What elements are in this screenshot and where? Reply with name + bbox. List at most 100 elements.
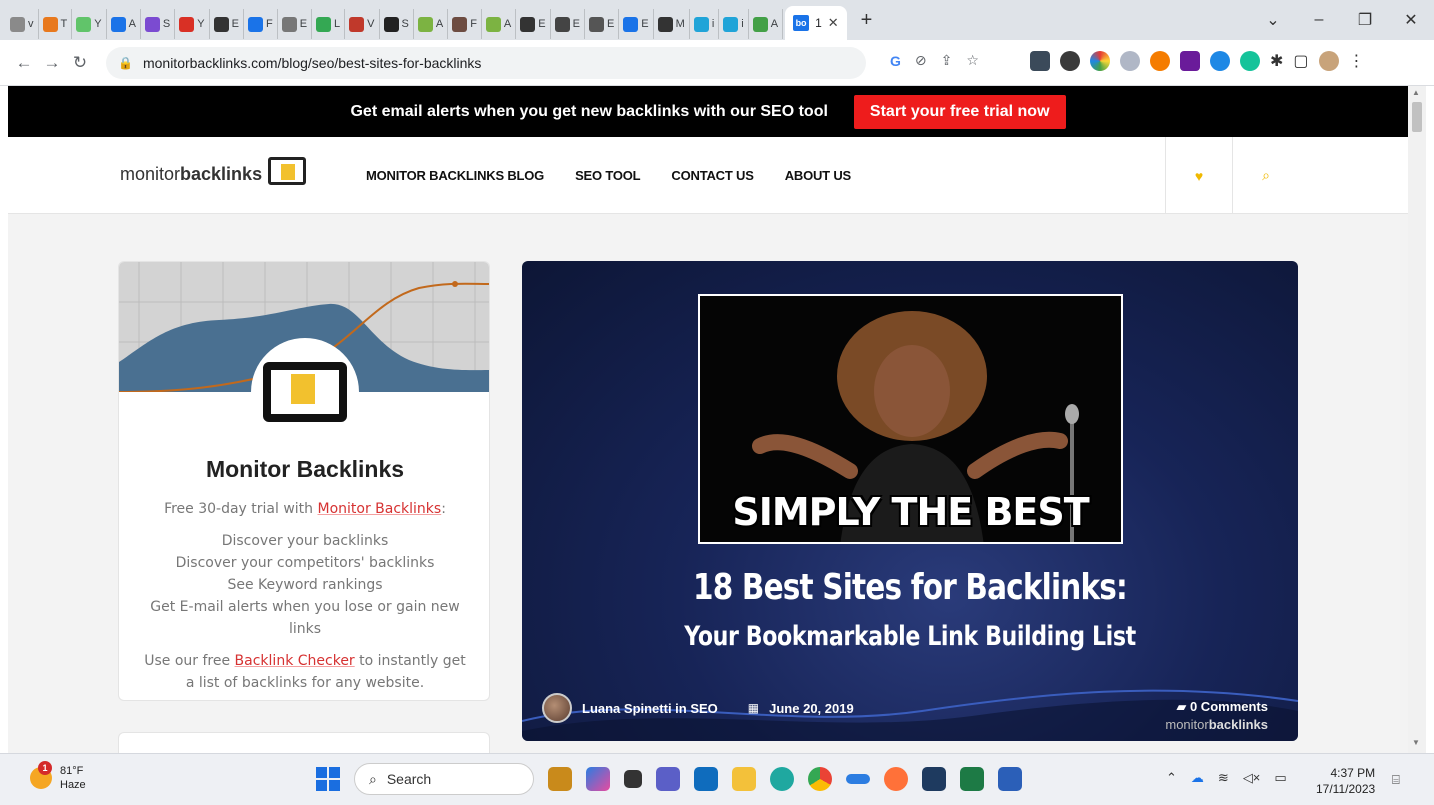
temperature: 81°F [60, 765, 84, 777]
extensions-puzzle-icon[interactable]: ✱ [1270, 51, 1283, 71]
browser-tab[interactable]: i [690, 9, 720, 39]
taskbar-search[interactable]: ⌕ Search [354, 763, 534, 795]
browser-tab[interactable]: F [448, 9, 482, 39]
browser-tab[interactable]: S [380, 9, 414, 39]
volume-muted-icon[interactable]: ◁× [1243, 770, 1261, 786]
search-icon[interactable]: ⌕ [1232, 137, 1299, 214]
nav-link-monitor-backlinks-blog[interactable]: MONITOR BACKLINKS BLOG [366, 168, 544, 183]
teams-app-icon[interactable] [656, 767, 680, 791]
sidebar-intro: Free 30-day trial with Monitor Backlinks… [164, 501, 446, 517]
copilot-app-icon[interactable] [586, 767, 610, 791]
browser-tab[interactable]: E [585, 9, 620, 39]
free-trial-button[interactable]: Start your free trial now [853, 94, 1066, 129]
page-scrollbar[interactable]: ▲ ▼ [1408, 86, 1426, 753]
nav-link-seo-tool[interactable]: SEO TOOL [575, 168, 641, 183]
author-line[interactable]: Luana Spinetti in SEO [582, 701, 718, 716]
extension-icon[interactable] [1180, 51, 1200, 71]
restore-button[interactable]: ❐ [1342, 10, 1388, 30]
side-panel-icon[interactable]: ▢ [1293, 51, 1308, 71]
browser-tab[interactable]: F [244, 9, 278, 39]
weather-widget[interactable]: 81°F Haze [30, 761, 86, 792]
lock-icon[interactable]: 🔒 [118, 56, 133, 70]
minimize-button[interactable]: – [1296, 11, 1342, 29]
nav-link-about-us[interactable]: ABOUT US [785, 168, 851, 183]
new-tab-button[interactable]: + [861, 9, 873, 32]
browser-tab[interactable]: S [141, 9, 176, 39]
browser-tab[interactable]: T [39, 9, 73, 39]
browser-tab[interactable]: E [551, 9, 585, 39]
forward-button[interactable]: → [38, 53, 66, 73]
extension-icon[interactable] [1060, 51, 1080, 71]
excel-app-icon[interactable] [960, 767, 984, 791]
firefox-app-icon[interactable] [884, 767, 908, 791]
browser-tab[interactable]: E [619, 9, 654, 39]
scroll-up-arrow[interactable]: ▲ [1412, 88, 1420, 97]
author-avatar[interactable] [542, 693, 572, 723]
site-logo[interactable]: monitorbacklinks [120, 157, 307, 185]
share-icon[interactable]: ⇪ [941, 52, 953, 69]
extension-icon[interactable] [1120, 51, 1140, 71]
close-window-button[interactable]: ✕ [1388, 10, 1434, 30]
tab-favicon-icon [316, 16, 332, 32]
back-button[interactable]: ← [10, 53, 38, 73]
wifi-icon[interactable]: ≋ [1218, 770, 1229, 786]
browser-tab[interactable]: i [719, 9, 749, 39]
profile-avatar[interactable] [1318, 51, 1339, 71]
cube-app-icon[interactable] [922, 767, 946, 791]
extension-icon[interactable] [1210, 51, 1230, 71]
browser-tab[interactable]: E [278, 9, 313, 39]
comments-count[interactable]: ▰ 0 Comments [1176, 699, 1268, 715]
vscode-app-icon[interactable] [846, 774, 870, 784]
file-explorer-icon[interactable] [732, 767, 756, 791]
close-tab-icon[interactable]: ✕ [828, 15, 839, 31]
browser-tab[interactable]: A [749, 9, 784, 39]
chrome-app-icon[interactable] [808, 767, 832, 791]
heart-icon[interactable]: ♥ [1165, 137, 1232, 214]
browser-tab[interactable]: A [107, 9, 141, 39]
outlook-app-icon[interactable] [694, 767, 718, 791]
browser-tab[interactable]: A [414, 9, 449, 39]
browser-tab[interactable]: A [482, 9, 517, 39]
browser-tab[interactable]: v [6, 9, 39, 39]
address-bar[interactable]: 🔒 monitorbacklinks.com/blog/seo/best-sit… [106, 46, 866, 79]
featured-post-hero[interactable]: SIMPLY THE BEST 18 Best Sites for Backli… [522, 261, 1298, 741]
extension-icon[interactable] [1150, 51, 1170, 71]
browser-tab[interactable]: V [345, 9, 380, 39]
tab-title: V [367, 18, 375, 30]
chevron-up-icon[interactable]: ⌃ [1166, 770, 1177, 786]
battery-icon[interactable]: ▭ [1274, 770, 1286, 786]
extension-icon[interactable] [1090, 51, 1110, 71]
system-clock[interactable]: 4:37 PM 17/11/2023 [1316, 765, 1375, 797]
nav-link-contact-us[interactable]: CONTACT US [671, 168, 753, 183]
logo-wordmark: monitorbacklinks [120, 164, 263, 184]
grammarly-icon[interactable] [1240, 51, 1260, 71]
tab-title: T [60, 18, 68, 30]
notification-icon[interactable]: ⌸ [1392, 772, 1400, 788]
cloud-icon[interactable]: ☁ [1191, 770, 1204, 786]
start-windows-icon[interactable] [316, 767, 340, 791]
monitor-backlinks-link[interactable]: Monitor Backlinks [318, 501, 442, 517]
scroll-thumb[interactable] [1412, 102, 1422, 132]
browser-tab[interactable]: Y [175, 9, 210, 39]
active-tab[interactable]: bo 1 ✕ [785, 6, 847, 40]
browser-tab[interactable]: E [516, 9, 551, 39]
eye-off-icon[interactable]: ⊘ [915, 52, 927, 69]
briefcase-app-icon[interactable] [548, 767, 572, 791]
reload-button[interactable]: ↻ [66, 53, 94, 73]
backlink-checker-link[interactable]: Backlink Checker [235, 653, 355, 669]
extension-icon[interactable] [1030, 51, 1050, 71]
post-title[interactable]: 18 Best Sites for Backlinks: [592, 567, 1228, 608]
browser-tab[interactable]: E [210, 9, 244, 39]
google-translate-icon[interactable]: G [890, 53, 901, 69]
bookmark-star-icon[interactable]: ☆ [966, 52, 979, 69]
scroll-down-arrow[interactable]: ▼ [1412, 738, 1420, 747]
word-app-icon[interactable] [998, 767, 1022, 791]
browser-tab[interactable]: Y [72, 9, 107, 39]
browser-tab[interactable]: L [312, 9, 346, 39]
tab-title: M [675, 18, 685, 30]
browser-tab[interactable]: M [654, 9, 690, 39]
tab-search-icon[interactable]: ⌄ [1250, 10, 1296, 30]
browser-menu-icon[interactable]: ⋮ [1349, 51, 1365, 71]
task-view-icon[interactable] [624, 770, 642, 788]
edge-app-icon[interactable] [770, 767, 794, 791]
